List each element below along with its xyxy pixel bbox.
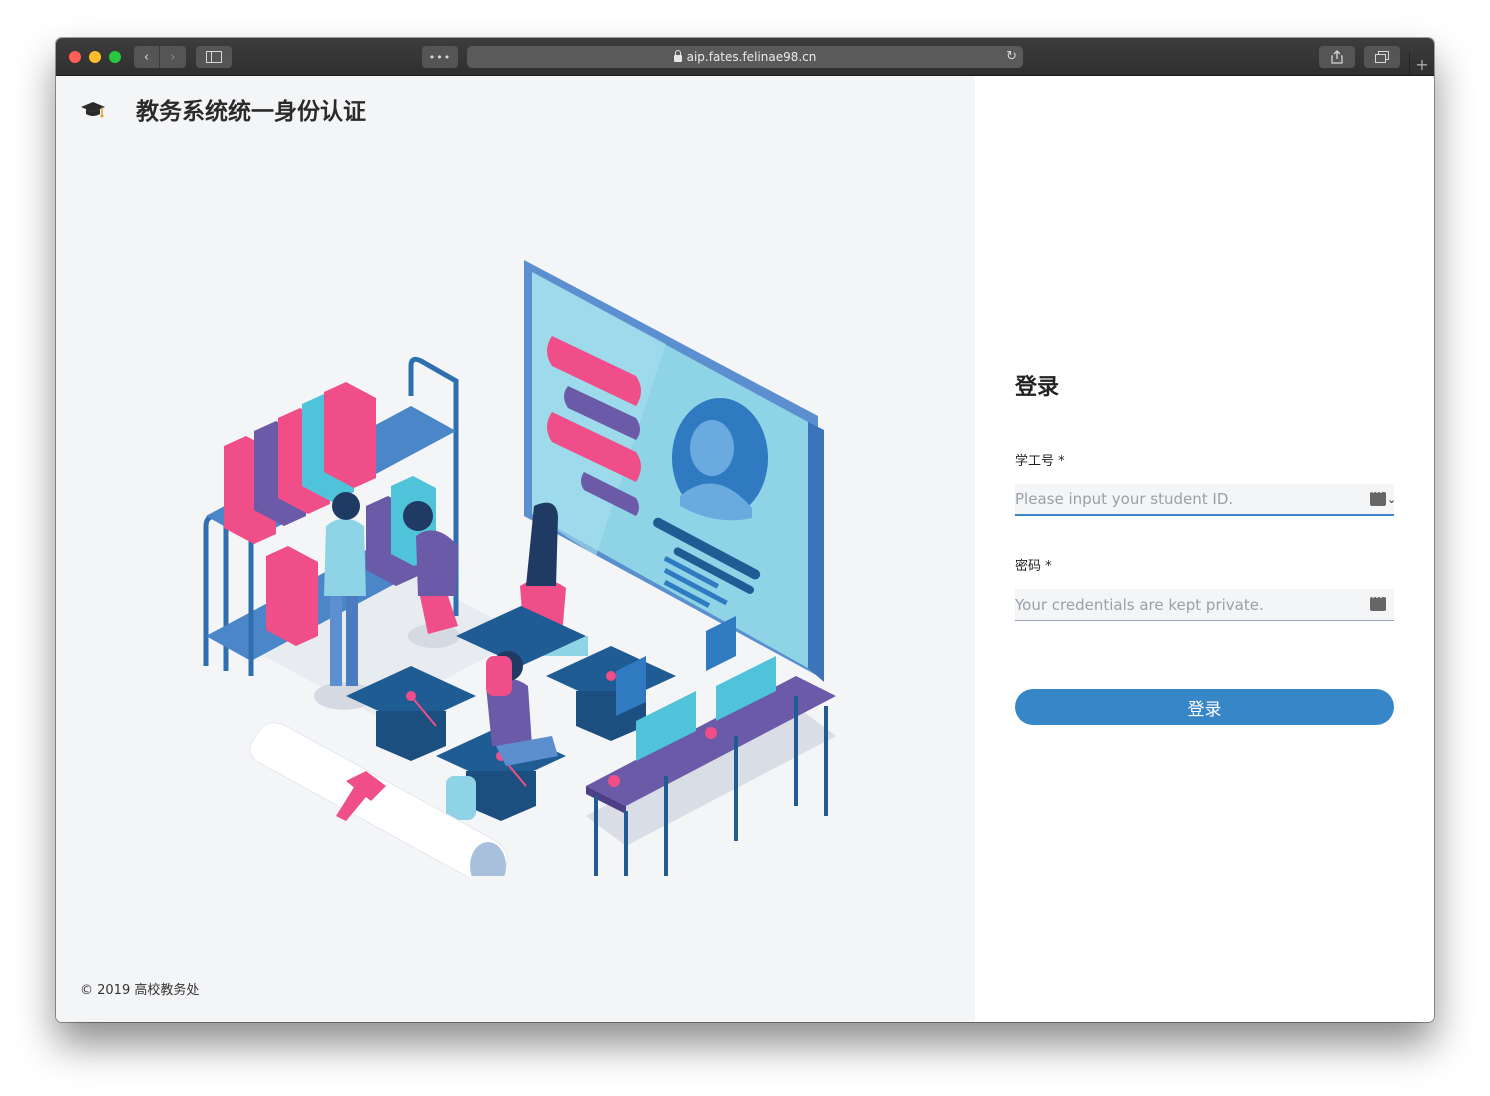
student-id-label: 学工号 * — [1015, 454, 1065, 469]
new-tab-button[interactable]: + — [1409, 52, 1434, 76]
address-bar[interactable]: aip.fates.felinae98.cn ↻ — [467, 46, 1023, 68]
password-label: 密码 * — [1015, 559, 1052, 574]
page-content: 教务系统统一身份认证 © 2019 高校教务处 登录 学工号 * Please … — [56, 76, 1434, 1022]
close-window-button[interactable] — [69, 51, 81, 63]
share-icon — [1331, 50, 1343, 64]
tabs-icon — [1375, 51, 1389, 63]
student-id-input[interactable] — [1015, 484, 1394, 516]
forward-button[interactable]: › — [160, 46, 186, 68]
history-nav: ‹ › — [134, 46, 186, 68]
copyright-footer: © 2019 高校教务处 — [80, 983, 200, 998]
graduation-cap-icon — [81, 102, 105, 118]
sidebar-icon — [206, 51, 222, 63]
browser-window: ‹ › ••• aip.fates.felinae98.cn ↻ + 教务系统统… — [56, 38, 1434, 1022]
tab-overview-button[interactable] — [1364, 46, 1400, 68]
lock-icon — [673, 49, 682, 62]
autofill-key-icon[interactable] — [1370, 488, 1386, 506]
login-button[interactable]: 登录 — [1015, 689, 1394, 725]
url-text: aip.fates.felinae98.cn — [686, 50, 817, 64]
minimize-window-button[interactable] — [89, 51, 101, 63]
reload-icon[interactable]: ↻ — [1006, 49, 1017, 64]
plus-icon: + — [1415, 54, 1429, 74]
share-button[interactable] — [1319, 46, 1355, 68]
sidebar-toggle-button[interactable] — [196, 46, 232, 68]
chevron-right-icon: › — [170, 49, 176, 65]
chevron-down-icon[interactable]: ⌄ — [1387, 493, 1396, 506]
login-heading: 登录 — [1015, 374, 1060, 400]
zoom-window-button[interactable] — [109, 51, 121, 63]
browser-toolbar: ‹ › ••• aip.fates.felinae98.cn ↻ + — [56, 38, 1434, 76]
site-title: 教务系统统一身份认证 — [136, 98, 366, 125]
password-autofill-icon[interactable] — [1370, 593, 1386, 611]
classroom-illustration — [203, 260, 836, 876]
back-button[interactable]: ‹ — [134, 46, 160, 68]
login-panel: 登录 学工号 * ⌄ 密码 * 登录 — [975, 76, 1434, 1022]
ellipsis-icon: ••• — [428, 50, 452, 64]
more-button[interactable]: ••• — [422, 46, 458, 68]
screen: ‹ › ••• aip.fates.felinae98.cn ↻ + 教务系统统… — [0, 0, 1490, 1096]
chevron-left-icon: ‹ — [143, 49, 150, 65]
password-input[interactable] — [1015, 589, 1394, 621]
hero-panel: 教务系统统一身份认证 © 2019 高校教务处 — [56, 76, 975, 1022]
